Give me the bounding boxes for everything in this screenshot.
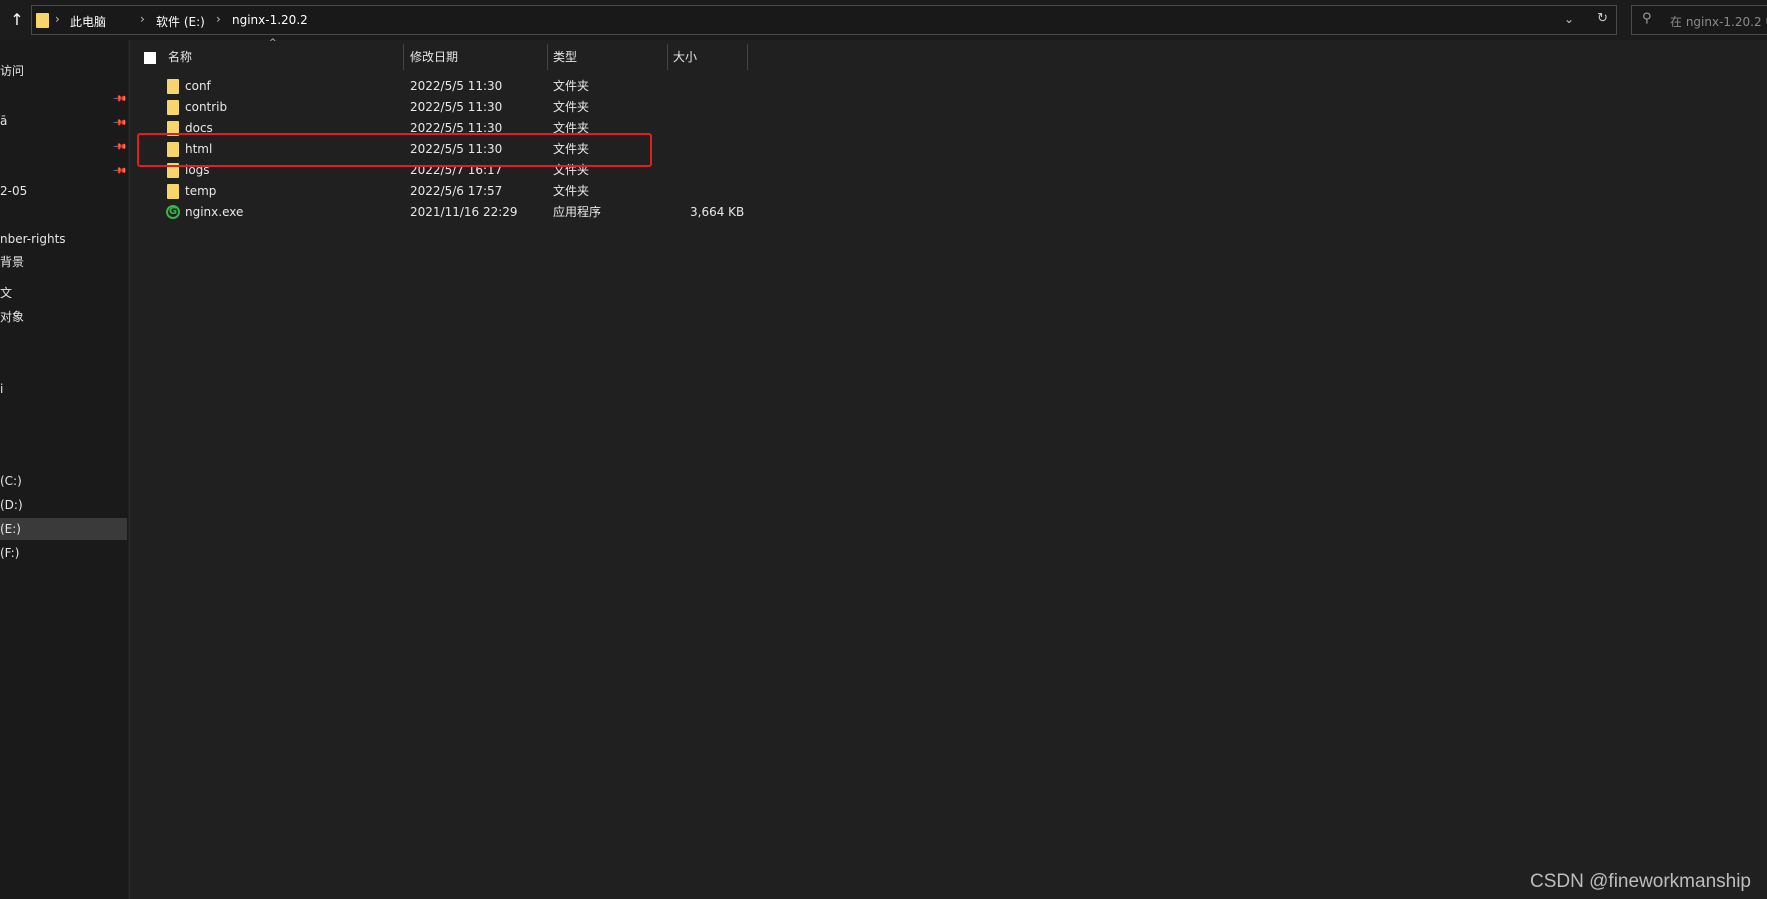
file-name[interactable]: nginx.exe — [185, 202, 243, 223]
column-divider[interactable] — [747, 44, 748, 70]
pin-icon: 📌 — [112, 115, 128, 131]
file-row-contrib[interactable]: contrib 2022/5/5 11:30 文件夹 — [130, 97, 750, 118]
sidebar-item-drive-f[interactable]: (F:) — [0, 542, 19, 564]
search-icon: ⚲ — [1642, 11, 1652, 26]
navigation-pane: 访问 📌 📌 📌 📌 ā 2-05 nber-rights 背景 文 对象 i … — [0, 40, 128, 899]
chevron-right-icon[interactable]: › — [55, 12, 60, 26]
column-divider[interactable] — [403, 44, 404, 70]
nginx-exe-icon: G — [166, 205, 180, 219]
address-bar[interactable]: › 此电脑 › 软件 (E:) › nginx-1.20.2 ⌄ ↻ — [31, 5, 1617, 35]
column-header-type[interactable]: 类型 — [553, 45, 577, 69]
file-modified: 2022/5/6 17:57 — [410, 184, 503, 198]
breadcrumb-drive-e[interactable]: 软件 (E:) — [156, 13, 205, 30]
select-all-checkbox[interactable] — [144, 52, 156, 64]
up-arrow-icon[interactable]: ↑ — [8, 10, 26, 30]
chevron-right-icon[interactable]: › — [216, 12, 221, 26]
file-name[interactable]: contrib — [185, 97, 227, 118]
sidebar-item-objects[interactable]: 对象 — [0, 306, 24, 328]
file-type: 文件夹 — [553, 184, 590, 198]
folder-icon — [36, 13, 49, 28]
sidebar-item-drive-e[interactable]: (E:) — [0, 518, 127, 540]
refresh-icon[interactable]: ↻ — [1597, 11, 1608, 26]
sidebar-item-background[interactable]: 背景 — [0, 251, 24, 273]
file-size: 3,664 KB — [690, 205, 745, 219]
file-type: 文件夹 — [553, 79, 590, 93]
chevron-right-icon[interactable]: › — [140, 12, 145, 26]
folder-icon — [167, 100, 179, 115]
sidebar-item-drive-c[interactable]: (C:) — [0, 470, 22, 492]
search-input[interactable]: 在 nginx-1.20.2 中 — [1670, 13, 1767, 30]
pin-icon: 📌 — [112, 91, 128, 107]
sidebar-item[interactable]: i — [0, 378, 3, 400]
breadcrumb-this-pc[interactable]: 此电脑 — [70, 13, 106, 30]
search-box[interactable]: ⚲ 在 nginx-1.20.2 中 — [1631, 5, 1767, 35]
file-type: 文件夹 — [553, 100, 590, 114]
column-header-modified[interactable]: 修改日期 — [410, 45, 458, 69]
sidebar-item-nber-rights[interactable]: nber-rights — [0, 228, 66, 250]
column-header-name[interactable]: 名称 — [168, 45, 192, 69]
watermark: CSDN @fineworkmanship — [1530, 871, 1751, 892]
folder-icon — [167, 184, 179, 199]
address-toolbar: ↑ › 此电脑 › 软件 (E:) › nginx-1.20.2 ⌄ ↻ ⚲ 在… — [0, 0, 1767, 40]
sidebar-item-drive-d[interactable]: (D:) — [0, 494, 23, 516]
folder-icon — [167, 79, 179, 94]
file-modified: 2022/5/5 11:30 — [410, 79, 503, 93]
sidebar-item-text[interactable]: 文 — [0, 282, 12, 304]
sidebar-item[interactable]: ā — [0, 110, 7, 132]
sidebar-item-quick-access[interactable]: 访问 — [0, 60, 24, 82]
file-name[interactable]: temp — [185, 181, 216, 202]
file-modified: 2022/5/5 11:30 — [410, 100, 503, 114]
sidebar-item-2-05[interactable]: 2-05 — [0, 180, 27, 202]
breadcrumb-nginx[interactable]: nginx-1.20.2 — [232, 13, 308, 27]
file-type: 应用程序 — [553, 205, 602, 219]
file-row-conf[interactable]: conf 2022/5/5 11:30 文件夹 — [130, 76, 750, 97]
file-row-nginx-exe[interactable]: G nginx.exe 2021/11/16 22:29 应用程序 3,664 … — [130, 202, 750, 223]
file-modified: 2021/11/16 22:29 — [410, 205, 518, 219]
pin-icon: 📌 — [112, 139, 128, 155]
file-row-temp[interactable]: temp 2022/5/6 17:57 文件夹 — [130, 181, 750, 202]
chevron-down-icon[interactable]: ⌄ — [1564, 12, 1574, 26]
column-header-size[interactable]: 大小 — [673, 45, 697, 69]
column-divider[interactable] — [547, 44, 548, 70]
highlight-annotation-box — [137, 133, 652, 167]
column-divider[interactable] — [667, 44, 668, 70]
pin-icon: 📌 — [112, 163, 128, 179]
sort-ascending-icon: ^ — [269, 38, 277, 48]
file-name[interactable]: conf — [185, 76, 211, 97]
